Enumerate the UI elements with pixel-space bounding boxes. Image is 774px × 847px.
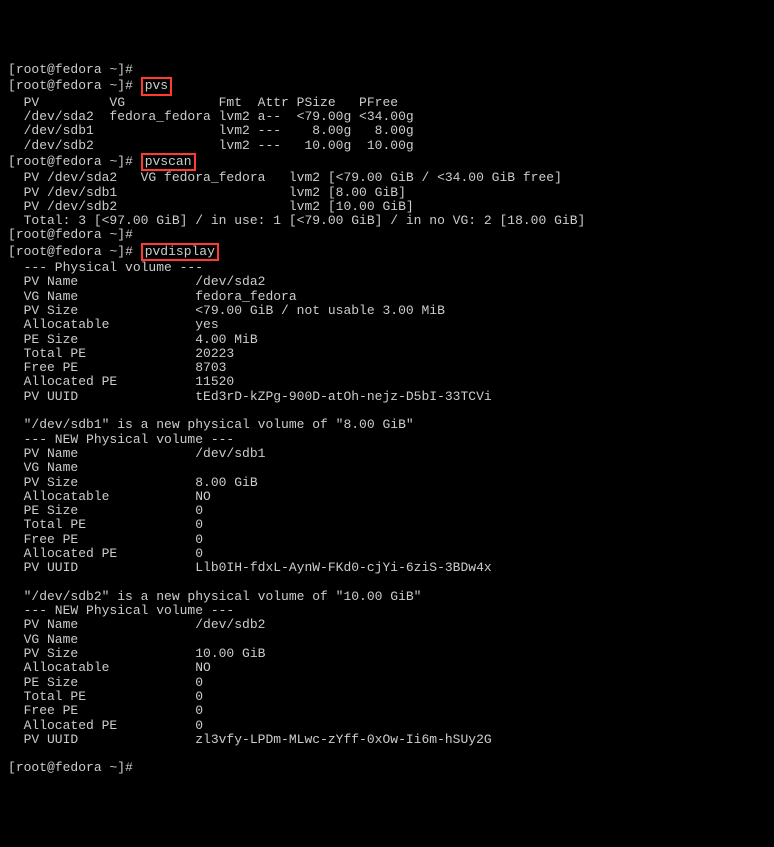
pvdisplay-row: PV Size <79.00 GiB / not usable 3.00 MiB xyxy=(8,303,445,318)
pvscan-row: PV /dev/sda2 VG fedora_fedora lvm2 [<79.… xyxy=(8,170,562,185)
pvdisplay-row: Total PE 20223 xyxy=(8,346,234,361)
pvdisplay-row: PV Name /dev/sda2 xyxy=(8,274,265,289)
pvdisplay-row: VG Name fedora_fedora xyxy=(8,289,297,304)
pvs-header: PV VG Fmt Attr PSize PFree xyxy=(8,95,398,110)
pvdisplay-row: Allocatable NO xyxy=(8,660,211,675)
pvdisplay-row: Free PE 8703 xyxy=(8,360,226,375)
pvdisplay-row: Allocated PE 11520 xyxy=(8,374,234,389)
pvdisplay-row: Total PE 0 xyxy=(8,689,203,704)
pvdisplay-msg: "/dev/sdb1" is a new physical volume of … xyxy=(8,417,414,432)
pvdisplay-header: --- Physical volume --- xyxy=(8,260,203,275)
pvs-row: /dev/sdb2 lvm2 --- 10.00g 10.00g xyxy=(8,138,414,153)
prompt-line: [root@fedora ~]# pvscan xyxy=(8,154,196,169)
prompt-line: [root@fedora ~]# xyxy=(8,227,133,242)
pvdisplay-row: PV UUID zl3vfy-LPDm-MLwc-zYff-0xOw-Ii6m-… xyxy=(8,732,492,747)
pvdisplay-row: Total PE 0 xyxy=(8,517,203,532)
pvdisplay-row: PE Size 0 xyxy=(8,675,203,690)
pvdisplay-row: PV Size 10.00 GiB xyxy=(8,646,265,661)
pvdisplay-row: Allocatable NO xyxy=(8,489,211,504)
pvdisplay-row: PV UUID tEd3rD-kZPg-900D-atOh-nejz-D5bI-… xyxy=(8,389,492,404)
pvdisplay-row: PV Name /dev/sdb2 xyxy=(8,617,265,632)
pvdisplay-row: VG Name xyxy=(8,632,78,647)
prompt-line: [root@fedora ~]# pvs xyxy=(8,78,172,93)
highlight-pvscan: pvscan xyxy=(141,153,196,171)
highlight-pvs: pvs xyxy=(141,77,172,95)
pvdisplay-row: PV Name /dev/sdb1 xyxy=(8,446,265,461)
pvs-row: /dev/sda2 fedora_fedora lvm2 a-- <79.00g… xyxy=(8,109,414,124)
pvdisplay-row: Free PE 0 xyxy=(8,703,203,718)
terminal-output: [root@fedora ~]# [root@fedora ~]# pvs PV… xyxy=(8,63,766,776)
pvdisplay-header: --- NEW Physical volume --- xyxy=(8,603,234,618)
pvdisplay-row: Allocated PE 0 xyxy=(8,718,203,733)
pvscan-row: PV /dev/sdb2 lvm2 [10.00 GiB] xyxy=(8,199,414,214)
pvdisplay-row: PE Size 4.00 MiB xyxy=(8,332,258,347)
pvs-row: /dev/sdb1 lvm2 --- 8.00g 8.00g xyxy=(8,123,414,138)
prompt-line: [root@fedora ~]# pvdisplay xyxy=(8,244,219,259)
pvscan-total: Total: 3 [<97.00 GiB] / in use: 1 [<79.0… xyxy=(8,213,585,228)
pvdisplay-row: PV UUID Llb0IH-fdxL-AynW-FKd0-cjYi-6ziS-… xyxy=(8,560,492,575)
highlight-pvdisplay: pvdisplay xyxy=(141,243,219,261)
pvdisplay-msg: "/dev/sdb2" is a new physical volume of … xyxy=(8,589,421,604)
pvdisplay-row: PE Size 0 xyxy=(8,503,203,518)
pvdisplay-header: --- NEW Physical volume --- xyxy=(8,432,234,447)
prompt-line: [root@fedora ~]# xyxy=(8,62,133,77)
pvscan-row: PV /dev/sdb1 lvm2 [8.00 GiB] xyxy=(8,185,406,200)
pvdisplay-row: VG Name xyxy=(8,460,78,475)
pvdisplay-row: Free PE 0 xyxy=(8,532,203,547)
prompt-line[interactable]: [root@fedora ~]# xyxy=(8,760,133,775)
pvdisplay-row: Allocated PE 0 xyxy=(8,546,203,561)
pvdisplay-row: PV Size 8.00 GiB xyxy=(8,475,258,490)
pvdisplay-row: Allocatable yes xyxy=(8,317,219,332)
